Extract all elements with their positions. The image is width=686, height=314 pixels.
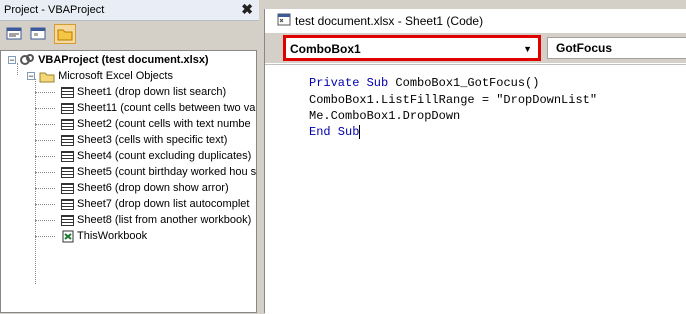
sheet-label: Sheet1 (drop down list search) bbox=[77, 86, 227, 98]
code-keyword: Private Sub bbox=[309, 76, 389, 90]
worksheet-icon bbox=[61, 198, 74, 210]
collapse-root-toggle[interactable]: − bbox=[8, 56, 16, 65]
tree-item-vbaproject[interactable]: VBAProject (test document.xlsx) bbox=[19, 52, 209, 68]
worksheet-icon bbox=[61, 182, 74, 194]
project-toolbar bbox=[0, 21, 259, 47]
sheet-label: Sheet5 (count birthday worked hou s bbox=[77, 166, 257, 178]
text-caret bbox=[359, 124, 361, 139]
tree-item-sheet7[interactable]: Sheet7 (drop down list autocomplet bbox=[61, 196, 249, 212]
object-dropdown-value: ComboBox1 bbox=[290, 42, 361, 56]
folder-icon bbox=[57, 29, 73, 41]
code-line-2: ComboBox1.ListFillRange = "DropDownList" bbox=[309, 93, 598, 107]
procedure-dropdown-value: GotFocus bbox=[556, 41, 612, 55]
code-line-3: Me.ComboBox1.DropDown bbox=[309, 109, 461, 123]
chevron-down-icon[interactable]: ▼ bbox=[523, 44, 532, 54]
worksheet-icon bbox=[61, 150, 74, 162]
vba-project-icon bbox=[20, 54, 34, 66]
sheet-label: Sheet7 (drop down list autocomplet bbox=[77, 198, 250, 210]
sheet-label: Sheet4 (count excluding duplicates) bbox=[77, 150, 252, 162]
workbook-label: ThisWorkbook bbox=[77, 230, 148, 242]
tree-item-thisworkbook[interactable]: ThisWorkbook bbox=[61, 228, 147, 244]
code-window-title: test document.xlsx - Sheet1 (Code) bbox=[295, 14, 484, 28]
tree-item-sheet3[interactable]: Sheet3 (cells with specific text) bbox=[61, 132, 227, 148]
worksheet-icon bbox=[61, 118, 74, 130]
tree-item-sheet1[interactable]: Sheet1 (drop down list search) bbox=[61, 84, 226, 100]
tree-item-sheet2[interactable]: Sheet2 (count cells with text numbe bbox=[61, 116, 251, 132]
view-code-button[interactable] bbox=[3, 24, 25, 44]
sheet-label: Sheet3 (cells with specific text) bbox=[77, 134, 228, 146]
object-dropdown[interactable]: ComboBox1 ▼ bbox=[283, 35, 541, 61]
project-titlebar: Project - VBAProject ✖ bbox=[0, 0, 259, 21]
worksheet-icon bbox=[61, 102, 74, 114]
tree-item-sheet11[interactable]: Sheet11 (count cells between two va bbox=[61, 100, 255, 116]
tree-item-sheet5[interactable]: Sheet5 (count birthday worked hou s bbox=[61, 164, 256, 180]
sheet-label: Sheet8 (list from another workbook) bbox=[77, 214, 252, 226]
code-line-1: Private Sub ComboBox1_GotFocus() bbox=[309, 75, 539, 91]
sheet-label: Sheet6 (drop down show arror) bbox=[77, 182, 229, 194]
folder-icon bbox=[39, 72, 55, 83]
procedure-dropdown[interactable]: GotFocus bbox=[547, 37, 686, 59]
tree-item-excel-objects[interactable]: Microsoft Excel Objects bbox=[39, 68, 173, 84]
worksheet-icon bbox=[61, 214, 74, 226]
worksheet-icon bbox=[61, 166, 74, 178]
view-object-icon bbox=[30, 27, 46, 40]
code-window-icon bbox=[277, 13, 291, 29]
project-title: Project - VBAProject bbox=[4, 4, 105, 16]
project-tree: − VBAProject (test document.xlsx) − Micr… bbox=[0, 50, 257, 313]
tree-item-sheet6[interactable]: Sheet6 (drop down show arror) bbox=[61, 180, 229, 196]
workbook-icon bbox=[62, 230, 74, 243]
tree-folder-label: Microsoft Excel Objects bbox=[58, 70, 173, 82]
dropdown-bar: ComboBox1 ▼ GotFocus bbox=[265, 33, 686, 63]
code-titlebar: test document.xlsx - Sheet1 (Code) bbox=[265, 9, 686, 31]
code-keyword: End Sub bbox=[309, 125, 360, 139]
code-line-4: End Sub bbox=[309, 124, 361, 140]
code-text: ComboBox1_GotFocus() bbox=[388, 76, 540, 90]
tree-root-label: VBAProject (test document.xlsx) bbox=[38, 54, 209, 66]
sheet-label: Sheet2 (count cells with text numbe bbox=[77, 118, 251, 130]
code-window: test document.xlsx - Sheet1 (Code) Combo… bbox=[264, 9, 686, 314]
sheet-label: Sheet11 (count cells between two va bbox=[77, 102, 256, 114]
view-code-icon bbox=[6, 27, 22, 40]
close-icon[interactable]: ✖ bbox=[241, 1, 253, 18]
tree-item-sheet8[interactable]: Sheet8 (list from another workbook) bbox=[61, 212, 251, 228]
collapse-folder-toggle[interactable]: − bbox=[27, 72, 35, 81]
view-object-button[interactable] bbox=[27, 24, 49, 44]
worksheet-icon bbox=[61, 134, 74, 146]
worksheet-icon bbox=[61, 86, 74, 98]
project-explorer: Project - VBAProject ✖ − VBAProject (tes… bbox=[0, 0, 259, 313]
toggle-folders-button[interactable] bbox=[54, 24, 76, 44]
tree-item-sheet4[interactable]: Sheet4 (count excluding duplicates) bbox=[61, 148, 251, 164]
code-editor[interactable]: Private Sub ComboBox1_GotFocus() ComboBo… bbox=[265, 64, 686, 314]
